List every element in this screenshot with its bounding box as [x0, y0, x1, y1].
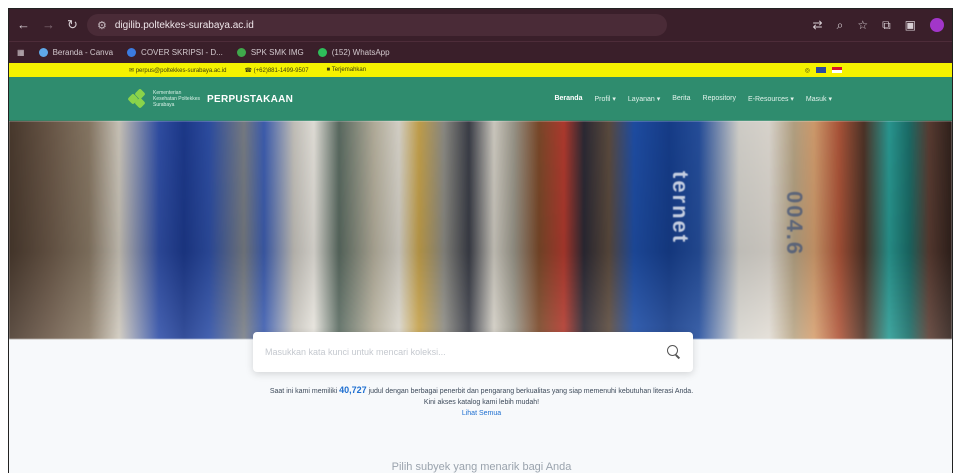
brand-subtitle: Kementerian Kesehatan Poltekkes Surabaya — [153, 90, 200, 108]
browser-toolbar: ← → ↻ ⚙ digilib.poltekkes-surabaya.ac.id… — [9, 9, 952, 41]
menu-item-berita[interactable]: Berita — [672, 95, 690, 103]
translate-text: Terjemahkan — [331, 66, 367, 73]
bookmark-favicon — [236, 48, 246, 57]
email-link[interactable]: ✉ perpus@poltekkes-surabaya.ac.id — [129, 67, 227, 74]
section-subtitle: Pilih subyek yang menarik bagi Anda — [391, 461, 572, 473]
phone-link[interactable]: ☎ (+62)881-1499-9507 — [245, 67, 309, 74]
back-icon[interactable]: ← — [17, 17, 30, 33]
menu-item-beranda[interactable]: Beranda — [554, 95, 582, 103]
bookmark-item[interactable]: (152) WhatsApp — [317, 48, 390, 57]
bookmark-item[interactable]: COVER SKRIPSI - D... — [127, 48, 223, 57]
info-text: Saat ini kami memiliki — [269, 388, 338, 395]
flag-en-icon[interactable] — [816, 66, 826, 73]
collection-count-line: Saat ini kami memiliki 40,727 judul deng… — [9, 385, 952, 397]
flag-id-icon[interactable] — [832, 66, 842, 73]
reload-icon[interactable]: ↻ — [67, 17, 78, 33]
email-text: perpus@poltekkes-surabaya.ac.id — [135, 67, 227, 74]
phone-text: (+62)881-1499-9507 — [253, 67, 309, 74]
bookmark-favicon — [317, 48, 327, 57]
address-bar[interactable]: ⚙ digilib.poltekkes-surabaya.ac.id — [87, 14, 667, 36]
language-switcher: ◎ — [805, 66, 842, 74]
extensions-icon[interactable]: ⧉ — [882, 18, 891, 33]
menu-item-masuk[interactable]: Masuk ▾ — [806, 95, 832, 103]
collection-info: Saat ini kami memiliki 40,727 judul deng… — [9, 385, 952, 419]
hero-banner: ternet 004.6 — [9, 121, 952, 339]
nav-controls: ← → ↻ — [17, 17, 87, 33]
bookmark-label: SPK SMK IMG — [250, 48, 304, 57]
library-logo-icon — [127, 88, 147, 109]
bookmark-favicon — [38, 48, 48, 57]
info-text: judul dengan berbagai penerbit dan penga… — [368, 388, 694, 395]
globe-icon[interactable]: ◎ — [805, 67, 810, 74]
menu-item-layanan[interactable]: Layanan ▾ — [628, 95, 660, 103]
forward-icon[interactable]: → — [42, 17, 55, 33]
hero-overlay — [9, 121, 952, 339]
translate-link[interactable]: ■ Terjemahkan — [327, 67, 367, 74]
menu-item-e-resources[interactable]: E-Resources ▾ — [748, 95, 794, 103]
brand-title: PERPUSTAKAAN — [207, 93, 294, 105]
contact-topbar: ✉ perpus@poltekkes-surabaya.ac.id ☎ (+62… — [9, 63, 952, 77]
see-all-link[interactable]: Lihat Semua — [9, 408, 952, 419]
bookmark-label: (152) WhatsApp — [331, 48, 390, 57]
site-navbar: Kementerian Kesehatan Poltekkes Surabaya… — [9, 77, 952, 121]
bookmark-item[interactable]: SPK SMK IMG — [236, 48, 304, 57]
bookmark-label: COVER SKRIPSI - D... — [141, 48, 223, 57]
browser-window: ← → ↻ ⚙ digilib.poltekkes-surabaya.ac.id… — [8, 8, 953, 473]
collection-count: 40,727 — [339, 385, 367, 395]
menu-item-profil[interactable]: Profil ▾ — [594, 95, 615, 103]
catalog-search — [253, 332, 693, 372]
bookmarks-bar: ▦ Beranda - Canva COVER SKRIPSI - D... S… — [9, 41, 952, 63]
info-tagline: Kini akses katalog kami lebih mudah! — [423, 399, 540, 406]
menu-item-repository[interactable]: Repository — [703, 95, 736, 103]
contact-info: ✉ perpus@poltekkes-surabaya.ac.id ☎ (+62… — [129, 67, 366, 74]
site-settings-icon[interactable]: ⚙ — [97, 19, 107, 32]
toolbar-actions: ⇄ ⌕ ☆ ⧉ ▣ — [813, 18, 944, 33]
tab-search-icon[interactable]: ▣ — [905, 18, 916, 32]
bookmark-item[interactable]: Beranda - Canva — [38, 48, 114, 57]
site-logo[interactable]: Kementerian Kesehatan Poltekkes Surabaya… — [127, 88, 294, 109]
main-menu: Beranda Profil ▾ Layanan ▾ Berita Reposi… — [554, 95, 832, 103]
apps-grid-icon[interactable]: ▦ — [17, 48, 25, 57]
bookmark-star-icon[interactable]: ☆ — [857, 18, 868, 32]
profile-avatar[interactable] — [930, 18, 944, 32]
search-icon[interactable] — [667, 345, 681, 359]
bookmark-label: Beranda - Canva — [52, 48, 114, 57]
book-spine-text: 004.6 — [782, 191, 807, 257]
search-input[interactable] — [265, 347, 667, 357]
book-spine-text: ternet — [668, 171, 693, 245]
translate-icon[interactable]: ⇄ — [813, 18, 823, 32]
bookmark-favicon — [127, 48, 137, 57]
url-text: digilib.poltekkes-surabaya.ac.id — [114, 19, 254, 31]
zoom-icon[interactable]: ⌕ — [837, 18, 844, 33]
